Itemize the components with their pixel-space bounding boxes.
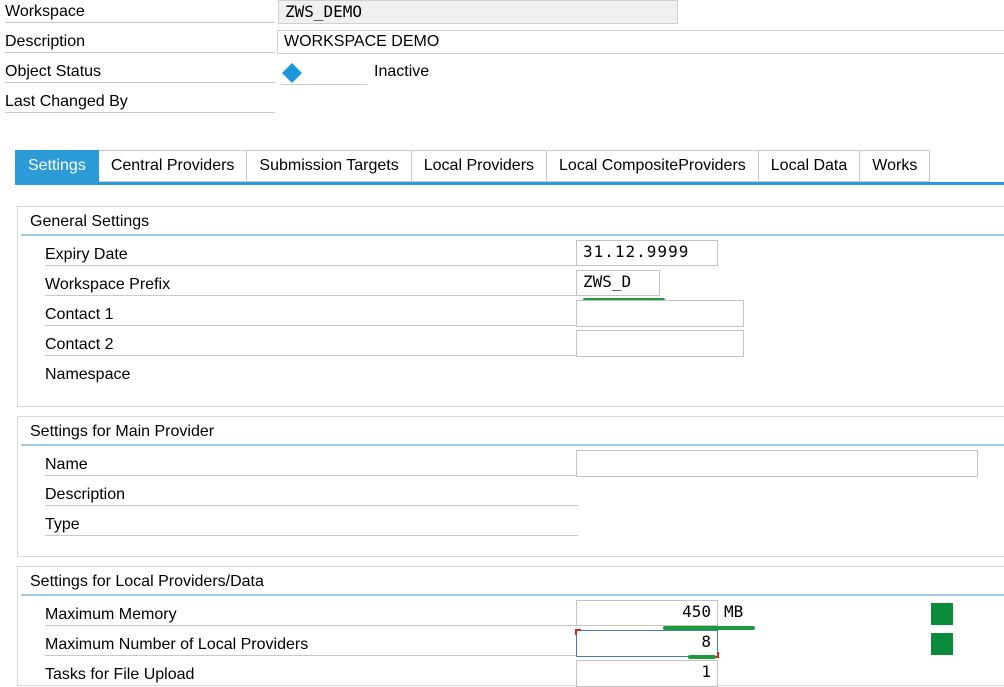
contact1-label: Contact 1 (45, 305, 578, 326)
description-label: Description (5, 32, 275, 53)
object-status-label: Object Status (5, 62, 275, 83)
provider-name-input[interactable] (576, 450, 978, 477)
tab-submission-targets[interactable]: Submission Targets (247, 150, 412, 182)
provider-description-label: Description (45, 485, 578, 506)
status-icon-cell (281, 62, 367, 85)
max-local-providers-label: Maximum Number of Local Providers (45, 635, 578, 656)
provider-name-label: Name (45, 455, 578, 476)
diamond-icon (282, 63, 302, 83)
focus-corner-tl (575, 629, 581, 635)
local-providers-group: Settings for Local Providers/Data Maximu… (17, 566, 1004, 687)
expiry-date-input[interactable]: 31.12.9999 (576, 240, 718, 266)
provider-type-label: Type (45, 515, 578, 536)
settings-panel: General Settings Expiry Date 31.12.9999 … (15, 182, 1004, 687)
local-providers-title: Settings for Local Providers/Data (30, 573, 264, 590)
general-settings-group: General Settings Expiry Date 31.12.9999 … (17, 206, 1004, 407)
last-changed-label: Last Changed By (5, 92, 275, 113)
providers-highlight-underline (688, 655, 716, 659)
workspace-prefix-input[interactable]: ZWS_D (576, 270, 660, 296)
tab-strip: Settings Central Providers Submission Targ… (15, 150, 1004, 182)
workspace-label: Workspace (5, 2, 275, 23)
main-provider-title: Settings for Main Provider (30, 423, 215, 440)
expiry-date-label: Expiry Date (45, 245, 578, 266)
tasks-file-upload-input[interactable]: 1 (576, 660, 718, 687)
tab-workspace-more[interactable]: Works (860, 150, 931, 182)
main-provider-group: Settings for Main Provider Name Descript… (17, 416, 1004, 557)
tab-central-providers[interactable]: Central Providers (98, 150, 248, 182)
providers-indicator (931, 633, 953, 655)
contact1-input[interactable] (576, 300, 744, 327)
max-local-providers-input[interactable]: 8 (576, 630, 718, 657)
contact2-input[interactable] (576, 330, 744, 357)
object-status-value: Inactive (374, 63, 430, 80)
tab-local-compositeproviders[interactable]: Local CompositeProviders (547, 150, 759, 182)
contact2-label: Contact 2 (45, 335, 578, 356)
tab-settings[interactable]: Settings (15, 150, 99, 182)
max-memory-label: Maximum Memory (45, 605, 578, 626)
description-field[interactable]: WORKSPACE DEMO (277, 30, 1004, 54)
workspace-field[interactable]: ZWS_DEMO (278, 0, 678, 24)
max-memory-input[interactable]: 450 (576, 600, 718, 626)
memory-indicator (931, 603, 953, 625)
tab-local-providers[interactable]: Local Providers (411, 150, 548, 182)
workspace-prefix-label: Workspace Prefix (45, 275, 578, 296)
general-settings-title: General Settings (30, 213, 150, 230)
max-memory-unit: MB (724, 602, 744, 621)
namespace-label: Namespace (45, 366, 131, 383)
tab-local-data[interactable]: Local Data (758, 150, 861, 182)
tasks-file-upload-label: Tasks for File Upload (45, 666, 195, 683)
